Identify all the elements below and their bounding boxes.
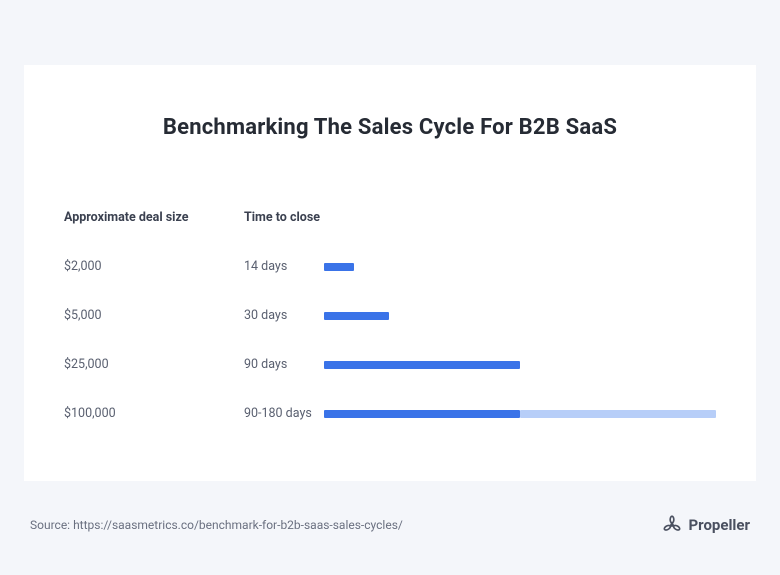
time-to-close-cell: 90-180 days bbox=[244, 406, 324, 421]
propeller-icon bbox=[662, 515, 682, 535]
bar-track bbox=[324, 410, 716, 418]
bar-segment bbox=[324, 263, 354, 271]
deal-size-cell: $100,000 bbox=[64, 406, 244, 421]
chart-title: Benchmarking The Sales Cycle For B2B Saa… bbox=[64, 115, 716, 140]
bar-segment bbox=[520, 410, 716, 418]
bar-track bbox=[324, 312, 716, 320]
time-to-close-cell: 90 days bbox=[244, 357, 324, 372]
bar-segment bbox=[324, 361, 520, 369]
time-to-close-cell: 14 days bbox=[244, 259, 324, 274]
footer: Source: https://saasmetrics.co/benchmark… bbox=[30, 515, 750, 535]
time-to-close-cell: 30 days bbox=[244, 308, 324, 323]
brand-label: Propeller bbox=[689, 516, 750, 534]
bar-segment bbox=[324, 312, 389, 320]
source-text: Source: https://saasmetrics.co/benchmark… bbox=[30, 518, 403, 532]
chart-grid: Approximate deal size Time to close $2,0… bbox=[64, 210, 716, 421]
stage: Benchmarking The Sales Cycle For B2B Saa… bbox=[0, 0, 780, 575]
col-header-time-to-close: Time to close bbox=[244, 210, 716, 225]
bar-segment bbox=[324, 410, 520, 418]
deal-size-cell: $5,000 bbox=[64, 308, 244, 323]
bar-track bbox=[324, 361, 716, 369]
brand: Propeller bbox=[662, 515, 750, 535]
chart-card: Benchmarking The Sales Cycle For B2B Saa… bbox=[24, 65, 756, 481]
col-header-deal-size: Approximate deal size bbox=[64, 210, 244, 225]
bar-track bbox=[324, 263, 716, 271]
deal-size-cell: $25,000 bbox=[64, 357, 244, 372]
deal-size-cell: $2,000 bbox=[64, 259, 244, 274]
